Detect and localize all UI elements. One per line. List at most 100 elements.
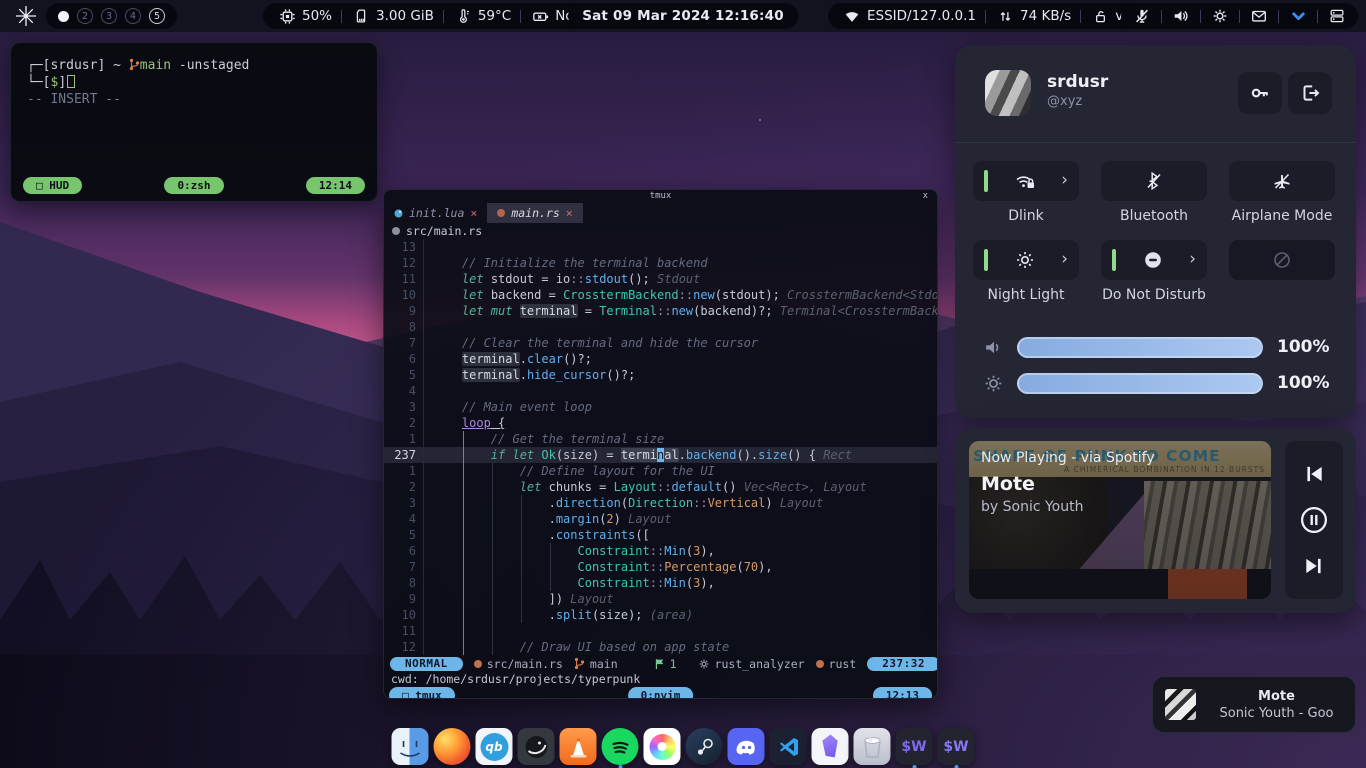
dock-item-sw-app-1[interactable]: $W xyxy=(896,728,933,765)
workspace-4[interactable]: 4 xyxy=(125,8,141,24)
code-line[interactable]: 1 // Define layout for the UI xyxy=(384,463,937,479)
dock-item-trash[interactable] xyxy=(854,728,891,765)
lock-keys-button[interactable] xyxy=(1238,72,1282,114)
workspace-3[interactable]: 3 xyxy=(101,8,117,24)
notification-popup[interactable]: Mote Sonic Youth - Goo xyxy=(1152,676,1356,733)
line-number: 12 xyxy=(384,255,424,271)
code-line[interactable]: 13 xyxy=(384,239,937,255)
code-line[interactable]: 2 let chunks = Layout::default() Vec<Rec… xyxy=(384,479,937,495)
code-line[interactable]: 3 // Main event loop xyxy=(384,399,937,415)
zsh-window-pill[interactable]: 0:zsh xyxy=(164,177,223,194)
logout-button[interactable] xyxy=(1288,72,1332,114)
chevron-down-icon[interactable] xyxy=(1287,5,1309,27)
brightness-icon xyxy=(983,373,1004,394)
code-line[interactable]: 7 Constraint::Percentage(70), xyxy=(384,559,937,575)
code-line[interactable]: 6 Constraint::Min(3), xyxy=(384,543,937,559)
workspace-5[interactable]: 5 xyxy=(149,8,165,24)
code-line[interactable]: 7 // Clear the terminal and hide the cur… xyxy=(384,335,937,351)
code-text: loop { xyxy=(424,415,937,431)
dock-item-sw-app-2[interactable]: $W xyxy=(938,728,975,765)
line-number: 3 xyxy=(384,399,424,415)
toggle-do-not-disturb[interactable]: › xyxy=(1101,240,1207,280)
code-line[interactable]: 12 // Initialize the terminal backend xyxy=(384,255,937,271)
terminal-window[interactable]: ┌─[srdusr] ~ main -unstaged └─[$] -- INS… xyxy=(10,42,378,202)
previous-track-button[interactable] xyxy=(1299,459,1329,489)
dock-item-obsidian[interactable] xyxy=(812,728,849,765)
tab-main-rs[interactable]: main.rs × xyxy=(487,203,582,223)
mail-icon[interactable] xyxy=(1248,5,1270,27)
hud-pill[interactable]: □ HUD xyxy=(23,177,82,194)
code-line[interactable]: 8 xyxy=(384,319,937,335)
brightness-slider[interactable] xyxy=(1017,373,1263,394)
microphone-muted-icon[interactable] xyxy=(1131,5,1153,27)
code-line[interactable]: 5 .constraints([ xyxy=(384,527,937,543)
line-number: 4 xyxy=(384,511,424,527)
rust-icon xyxy=(392,227,400,235)
code-line[interactable]: 3 .direction(Direction::Vertical) Layout xyxy=(384,495,937,511)
volume-icon[interactable] xyxy=(1170,5,1192,27)
code-line[interactable]: 10 let backend = CrosstermBackend::new(s… xyxy=(384,287,937,303)
code-line[interactable]: 4 .margin(2) Layout xyxy=(384,511,937,527)
code-line[interactable]: 9 ]) Layout xyxy=(384,591,937,607)
code-text: // Clear the terminal and hide the curso… xyxy=(424,335,937,351)
tab-close-icon[interactable]: × xyxy=(470,206,477,220)
discord-icon xyxy=(733,734,759,760)
code-line[interactable]: 5 terminal.hide_cursor()?; xyxy=(384,367,937,383)
code-line[interactable]: 2 loop { xyxy=(384,415,937,431)
dock-item-firefox[interactable] xyxy=(434,728,471,765)
workspace-1[interactable] xyxy=(58,11,69,22)
gear-icon xyxy=(698,658,710,670)
chevron-right-icon[interactable]: › xyxy=(1189,251,1196,268)
code-line[interactable]: 9 let mut terminal = Terminal::new(backe… xyxy=(384,303,937,319)
dock-item-vscode[interactable] xyxy=(770,728,807,765)
dock-item-vlc[interactable] xyxy=(560,728,597,765)
code-line[interactable]: 1 // Get the terminal size xyxy=(384,431,937,447)
dock-item-photos[interactable] xyxy=(644,728,681,765)
code-line[interactable]: 237 if let Ok(size) = terminal.backend()… xyxy=(384,447,937,463)
line-number: 3 xyxy=(384,495,424,511)
cpu-value: 50% xyxy=(302,8,332,24)
dock-item-file-manager[interactable] xyxy=(392,728,429,765)
rust-icon xyxy=(497,209,505,217)
dock-item-mpv[interactable] xyxy=(518,728,555,765)
window-close-button[interactable]: x xyxy=(923,191,928,201)
tab-close-icon[interactable]: × xyxy=(566,206,573,220)
workspace-2[interactable]: 2 xyxy=(77,8,93,24)
toggle-airplane-mode[interactable] xyxy=(1229,161,1335,201)
code-line[interactable]: 12 // Draw UI based on app state xyxy=(384,639,937,655)
launcher-star-icon[interactable] xyxy=(15,5,37,27)
pause-button[interactable] xyxy=(1299,505,1329,535)
toggle-dlink[interactable]: › xyxy=(973,161,1079,201)
dock-item-spotify[interactable] xyxy=(602,728,639,765)
code-line[interactable]: 11 let stdout = io::stdout(); Stdout xyxy=(384,271,937,287)
dock-item-qbittorrent[interactable]: qb xyxy=(476,728,513,765)
terminal-clock-pill: 12:14 xyxy=(306,177,365,194)
code-area[interactable]: 1312 // Initialize the terminal backend1… xyxy=(384,239,937,655)
prompt-user: srdusr xyxy=(50,58,97,73)
chevron-right-icon[interactable]: › xyxy=(1061,172,1068,189)
code-line[interactable]: 6 terminal.clear()?; xyxy=(384,351,937,367)
code-line[interactable]: 11 xyxy=(384,623,937,639)
tab-init-lua[interactable]: init.lua × xyxy=(384,203,487,223)
terminal-cursor xyxy=(67,75,75,88)
line-number: 9 xyxy=(384,591,424,607)
toggle-bluetooth[interactable] xyxy=(1101,161,1207,201)
tmux-window-pill[interactable]: 0:nvim xyxy=(628,687,694,699)
dock-item-discord[interactable] xyxy=(728,728,765,765)
code-line[interactable]: 4 xyxy=(384,383,937,399)
dock-item-steam[interactable] xyxy=(686,728,723,765)
line-number: 7 xyxy=(384,335,424,351)
toggle-night-light[interactable]: › xyxy=(973,240,1079,280)
chevron-right-icon[interactable]: › xyxy=(1061,251,1068,268)
settings-gear-icon[interactable] xyxy=(1209,5,1231,27)
next-track-button[interactable] xyxy=(1299,551,1329,581)
volume-slider[interactable] xyxy=(1017,337,1263,358)
toggle-empty[interactable] xyxy=(1229,240,1335,280)
line-number: 237 xyxy=(384,447,424,463)
code-line[interactable]: 10 .split(size); (area) xyxy=(384,607,937,623)
editor-window[interactable]: tmux x init.lua × main.rs × src/main.rs … xyxy=(383,189,938,699)
vim-mode-pill: NORMAL xyxy=(390,657,463,671)
code-line[interactable]: 8 Constraint::Min(3), xyxy=(384,575,937,591)
tmux-session-pill[interactable]: □ tmux xyxy=(389,687,455,699)
system-monitor-icon[interactable] xyxy=(1326,5,1348,27)
